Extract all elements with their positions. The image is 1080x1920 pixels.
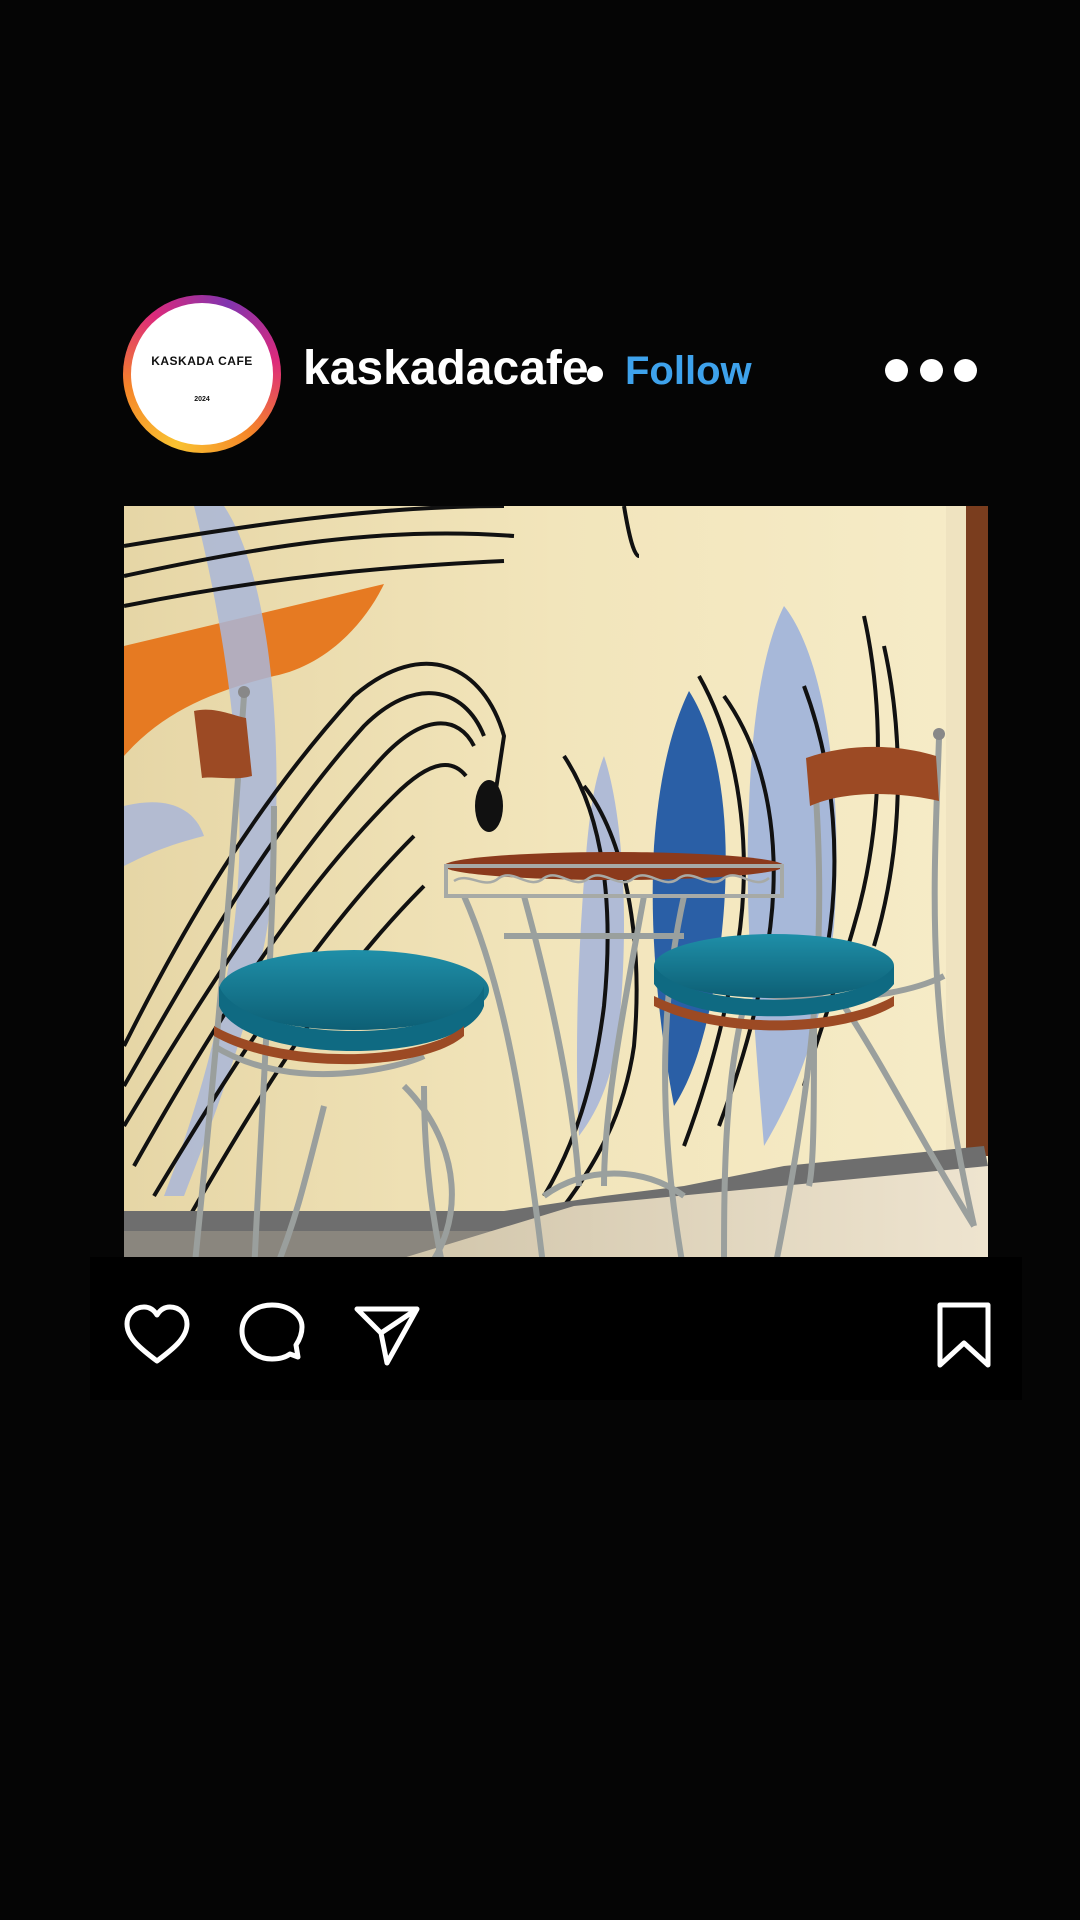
comment-button[interactable] bbox=[236, 1301, 308, 1373]
bookmark-icon bbox=[937, 1302, 991, 1368]
comment-icon bbox=[239, 1302, 305, 1362]
username[interactable]: kaskadacafe bbox=[303, 345, 589, 393]
more-dot-icon bbox=[954, 358, 977, 382]
like-button[interactable] bbox=[121, 1301, 193, 1373]
story-ring[interactable]: KASKADA CAFE 2024 bbox=[123, 295, 281, 453]
follow-button[interactable]: Follow bbox=[625, 351, 752, 391]
post-header: KASKADA CAFE 2024 kaskadacafe Follow bbox=[123, 295, 983, 455]
post-image[interactable] bbox=[124, 506, 988, 1273]
more-dot-icon bbox=[885, 358, 908, 382]
save-button[interactable] bbox=[928, 1301, 1000, 1373]
separator-dot bbox=[587, 366, 603, 382]
post-action-bar bbox=[90, 1257, 1022, 1400]
instagram-post: KASKADA CAFE 2024 kaskadacafe Follow bbox=[0, 0, 1080, 1920]
avatar-year-text: 2024 bbox=[194, 395, 210, 403]
avatar-brand-text: KASKADA CAFE bbox=[151, 353, 253, 368]
more-dot-icon bbox=[919, 358, 943, 382]
cafe-mural-photo bbox=[124, 506, 988, 1273]
avatar[interactable]: KASKADA CAFE 2024 bbox=[131, 303, 273, 445]
more-options-button[interactable] bbox=[885, 355, 977, 385]
heart-icon bbox=[124, 1304, 190, 1364]
share-button[interactable] bbox=[351, 1301, 423, 1373]
send-icon bbox=[354, 1306, 420, 1366]
